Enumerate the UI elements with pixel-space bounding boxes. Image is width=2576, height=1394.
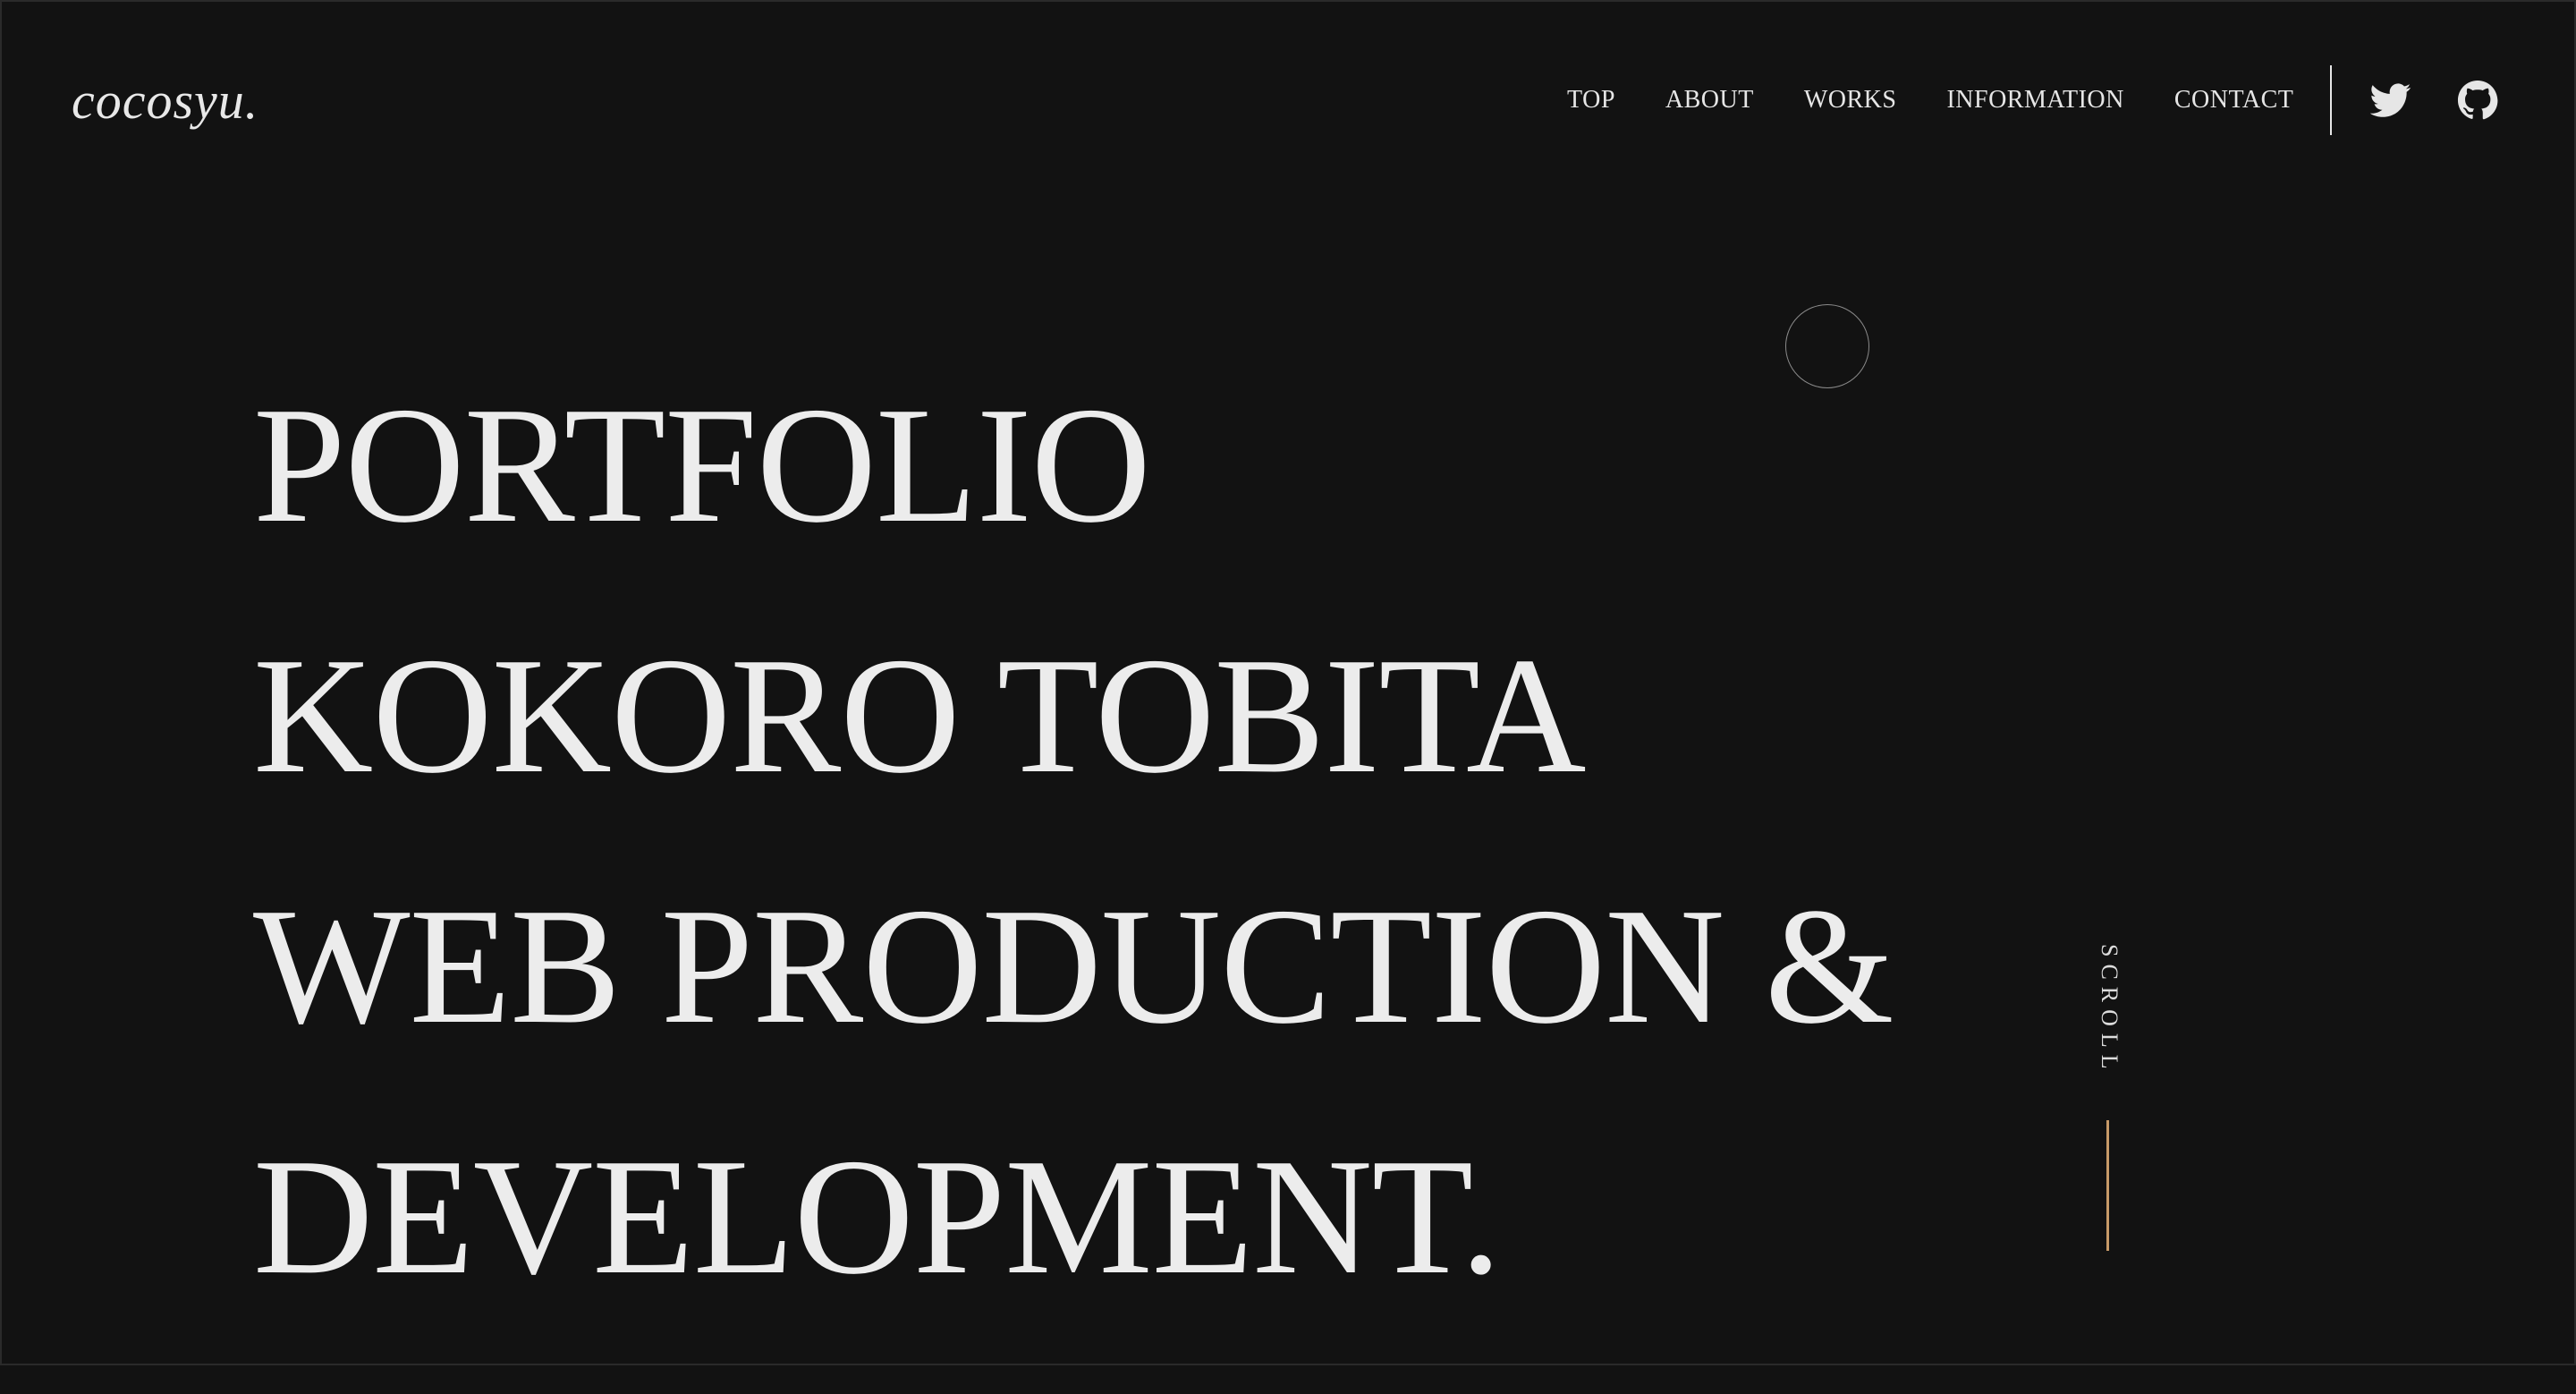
github-icon[interactable] (2457, 80, 2498, 121)
scroll-indicator[interactable]: SCROLL (2091, 944, 2127, 1096)
hero-line-development: DEVELOPMENT. (253, 1125, 1502, 1309)
scroll-line (2106, 1120, 2109, 1251)
nav-divider (2330, 65, 2332, 135)
twitter-icon[interactable] (2370, 80, 2411, 121)
nav-works-link[interactable]: WORKS (1804, 86, 1897, 115)
nav-about-link[interactable]: ABOUT (1665, 86, 1754, 115)
main-nav: TOP ABOUT WORKS INFORMATION CONTACT (1567, 82, 2293, 118)
nav-contact-link[interactable]: CONTACT (2174, 86, 2293, 115)
site-logo[interactable]: cocosyu. (72, 70, 258, 132)
hero-heading: PORTFOLIO KOKORO TOBITA WEB PRODUCTION &… (253, 340, 1894, 1394)
hero-line-portfolio: PORTFOLIO (253, 373, 1151, 557)
hero-line-web-production: WEB PRODUCTION & (253, 874, 1894, 1058)
nav-information-link[interactable]: INFORMATION (1946, 86, 2123, 115)
hero-line-name: KOKORO TOBITA (253, 624, 1586, 808)
nav-top-link[interactable]: TOP (1567, 86, 1615, 115)
